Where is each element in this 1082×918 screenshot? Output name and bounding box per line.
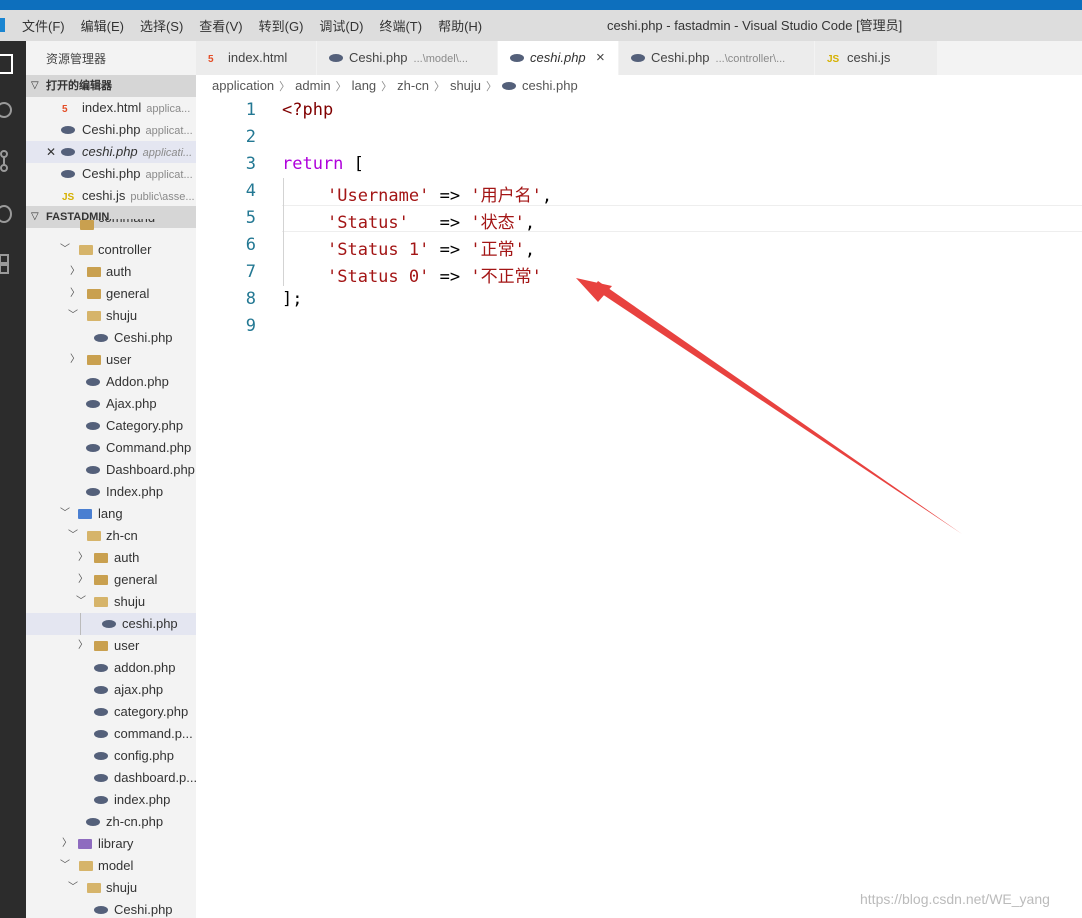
- watermark: https://blog.csdn.net/WE_yang: [860, 891, 1050, 907]
- annotation-arrow: [576, 278, 962, 534]
- arrow-shaft: [593, 281, 962, 534]
- arrow-head: [576, 278, 612, 302]
